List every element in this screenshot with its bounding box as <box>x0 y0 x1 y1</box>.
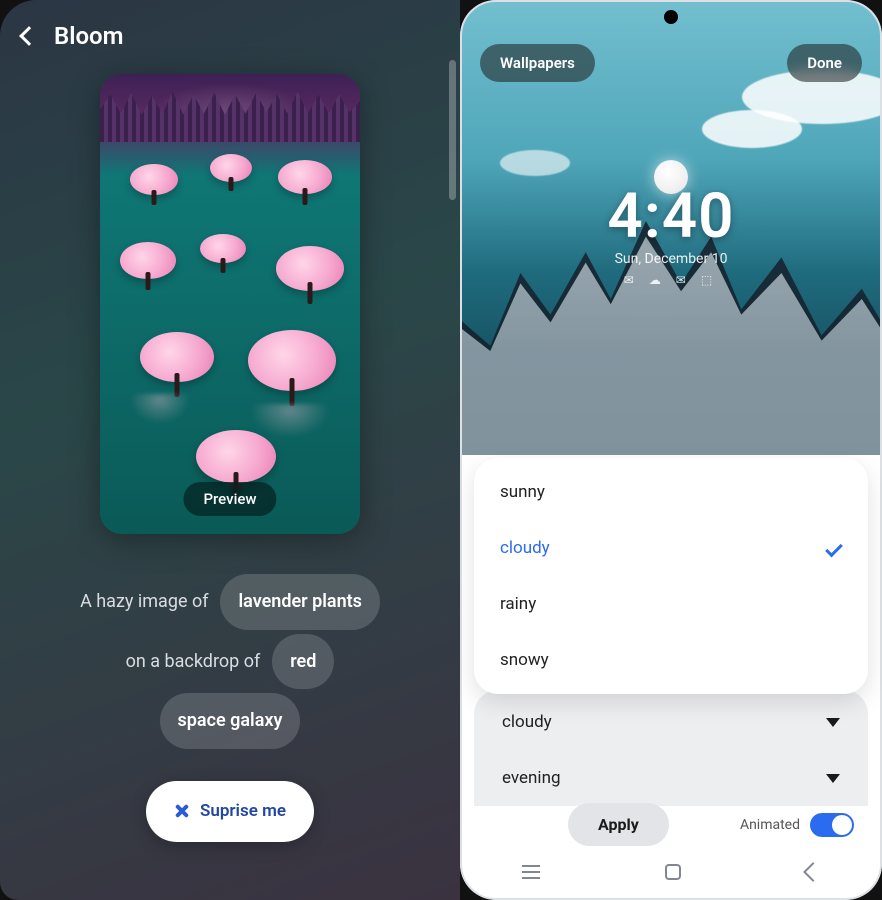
cloud-art <box>702 110 802 148</box>
tree-art <box>130 164 178 208</box>
chip-scene[interactable]: space galaxy <box>160 693 301 749</box>
chip-subject[interactable]: lavender plants <box>220 574 379 630</box>
prompt-block: A hazy image of lavender plants on a bac… <box>0 574 460 842</box>
wallpaper-preview[interactable]: Preview <box>100 74 360 534</box>
recents-icon[interactable] <box>522 865 540 879</box>
weather-menu-sheet: sunny cloudy rainy snowy <box>474 458 868 694</box>
weather-option-snowy[interactable]: snowy <box>474 632 868 688</box>
home-icon[interactable] <box>665 864 681 880</box>
reflection-art <box>250 404 330 438</box>
animated-toggle-wrap: Animated <box>740 813 854 837</box>
tree-art <box>276 246 344 308</box>
apply-button[interactable]: Apply <box>568 803 669 846</box>
prompt-text: A hazy image of <box>80 582 208 622</box>
option-label: rainy <box>500 594 536 614</box>
tree-art <box>200 234 246 276</box>
sparkle-icon <box>174 803 190 819</box>
time-select[interactable]: evening <box>474 750 868 806</box>
tree-art <box>278 160 332 208</box>
lower-selects: cloudy evening <box>474 690 868 806</box>
footer-bar: Apply Animated <box>474 803 868 846</box>
toggle-nub <box>832 815 852 835</box>
cloud-art <box>500 150 570 176</box>
tree-art <box>248 330 336 412</box>
android-navbar <box>460 852 882 892</box>
wallpapers-button[interactable]: Wallpapers <box>480 44 595 82</box>
notification-icons: ✉ ☁ ✉ ⬚ <box>460 273 882 287</box>
chevron-down-icon <box>826 774 840 783</box>
scrollbar[interactable] <box>449 60 456 200</box>
weather-option-rainy[interactable]: rainy <box>474 576 868 632</box>
chip-color[interactable]: red <box>272 634 334 690</box>
back-icon[interactable] <box>803 862 823 882</box>
surprise-me-button[interactable]: Suprise me <box>146 781 314 842</box>
option-label: cloudy <box>500 538 550 558</box>
page-title: Bloom <box>54 22 123 50</box>
option-label: sunny <box>500 482 545 502</box>
animated-toggle[interactable] <box>810 813 854 837</box>
camera-notch <box>664 10 678 24</box>
clock-widget[interactable]: 4:40 Sun, December 10 ✉ ☁ ✉ ⬚ <box>460 180 882 287</box>
tree-art <box>120 242 176 294</box>
weather-select[interactable]: cloudy <box>474 694 868 750</box>
lockscreen-wallpaper: Wallpapers Done 4:40 Sun, December 10 ✉ … <box>460 0 882 455</box>
lockscreen-editor-panel: Wallpapers Done 4:40 Sun, December 10 ✉ … <box>460 0 882 900</box>
prompt-text: on a backdrop of <box>126 642 261 682</box>
reflection-art <box>130 394 190 424</box>
animated-label: Animated <box>740 817 800 833</box>
tree-art <box>140 332 214 402</box>
weather-option-cloudy[interactable]: cloudy <box>474 520 868 576</box>
surprise-label: Suprise me <box>200 793 286 830</box>
weather-select-value: cloudy <box>502 712 552 732</box>
preview-button[interactable]: Preview <box>183 482 276 516</box>
bloom-panel: Bloom Preview A hazy image of lavender p… <box>0 0 460 900</box>
clock-time: 4:40 <box>460 180 882 253</box>
check-icon <box>825 539 843 557</box>
bloom-header: Bloom <box>0 0 460 60</box>
clock-date: Sun, December 10 <box>460 251 882 267</box>
time-select-value: evening <box>502 768 561 788</box>
tree-art <box>210 154 252 194</box>
option-label: snowy <box>500 650 549 670</box>
chevron-down-icon <box>826 718 840 727</box>
done-button[interactable]: Done <box>787 44 862 82</box>
back-icon[interactable] <box>19 26 39 46</box>
weather-option-sunny[interactable]: sunny <box>474 464 868 520</box>
